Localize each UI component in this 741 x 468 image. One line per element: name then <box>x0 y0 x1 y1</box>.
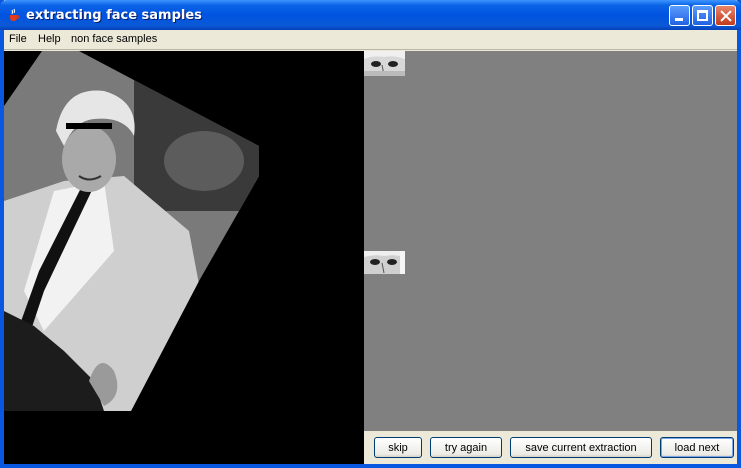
minimize-icon <box>675 18 683 21</box>
minimize-button[interactable] <box>669 5 690 26</box>
menu-file[interactable]: File <box>9 33 27 45</box>
try-again-button[interactable]: try again <box>430 437 502 458</box>
java-cup-icon <box>10 8 20 21</box>
app-window: extracting face samples File Help non fa… <box>0 0 741 468</box>
close-button[interactable] <box>715 5 736 26</box>
menu-separator <box>4 49 737 50</box>
load-next-button[interactable]: load next <box>660 437 734 458</box>
save-extraction-button[interactable]: save current extraction <box>510 437 652 458</box>
maximize-button[interactable] <box>692 5 713 26</box>
window-title: extracting face samples <box>26 8 202 23</box>
face-sample-thumbnail[interactable] <box>364 51 405 76</box>
title-bar[interactable]: extracting face samples <box>0 0 741 30</box>
maximize-icon <box>697 10 708 21</box>
menu-bar: File Help non face samples <box>4 30 737 49</box>
rotated-photo <box>4 51 259 411</box>
menu-non-face-samples[interactable]: non face samples <box>71 33 157 45</box>
skip-button[interactable]: skip <box>374 437 422 458</box>
face-samples-pane <box>364 51 737 431</box>
action-button-bar: skip try again save current extraction l… <box>364 431 737 464</box>
menu-help[interactable]: Help <box>38 33 61 45</box>
face-sample-thumbnail[interactable] <box>364 251 405 274</box>
source-image-pane[interactable] <box>4 51 364 464</box>
